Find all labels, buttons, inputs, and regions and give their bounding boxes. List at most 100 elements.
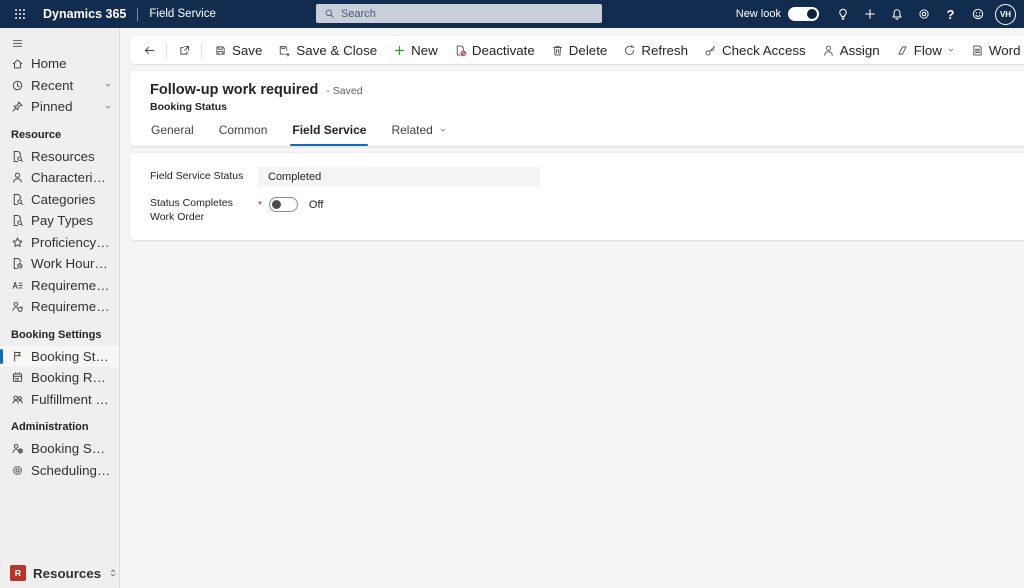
chevron-down-icon [104, 81, 112, 89]
tab-field-service[interactable]: Field Service [290, 123, 369, 146]
sidebar-item-label: Work Hours Templates [31, 256, 112, 272]
tab-general[interactable]: General [150, 123, 195, 146]
sidebar-item-booking-statuses[interactable]: Booking Statuses [0, 345, 119, 367]
whats-new-button[interactable] [829, 0, 856, 28]
area-switcher[interactable]: R Resources [0, 558, 119, 588]
save-and-close-button[interactable]: Save & Close [270, 39, 385, 61]
check-access-button[interactable]: Check Access [696, 39, 814, 61]
quick-create-button[interactable] [856, 0, 883, 28]
app-shell: Home Recent Pinned Resource Resources Ch… [0, 28, 1024, 588]
tab-related[interactable]: Related [390, 123, 447, 146]
tab-label: Common [218, 123, 268, 137]
pin-icon [11, 100, 24, 113]
sidebar-item-booking-setup-metadata[interactable]: Booking Setup Meta... [0, 438, 119, 460]
status-completes-work-order-toggle[interactable] [268, 197, 298, 212]
main-content: Save Save & Close New Deactivate Delete … [120, 28, 1024, 588]
sidebar-item-requirement-statuses[interactable]: Requirement Statuses [0, 296, 119, 318]
form-field-status-completes-work-order: Status Completes Work Order * Off [150, 197, 1024, 224]
delete-button[interactable]: Delete [543, 39, 616, 61]
collapse-sitemap-button[interactable] [0, 28, 119, 53]
chevron-down-icon [104, 103, 112, 111]
settings-button[interactable] [910, 0, 937, 28]
search-icon [324, 8, 335, 19]
button-label: Check Access [722, 42, 806, 58]
brand-title: Dynamics 365 [43, 7, 127, 21]
avatar-initials: VH [999, 9, 1012, 19]
sidebar-section-header-administration: Administration [11, 421, 89, 433]
sidebar-item-proficiency-models[interactable]: Proficiency Models [0, 232, 119, 254]
calendar-icon [11, 371, 24, 384]
button-label: Refresh [641, 42, 688, 58]
open-in-new-window-button[interactable] [171, 39, 197, 61]
check-access-key-icon [704, 44, 717, 57]
area-switcher-label: Resources [33, 565, 102, 581]
sidebar-item-home[interactable]: Home [0, 53, 119, 75]
tab-common[interactable]: Common [218, 123, 269, 146]
user-avatar[interactable]: VH [995, 3, 1016, 25]
app-launcher-button[interactable] [6, 0, 34, 28]
command-bar: Save Save & Close New Deactivate Delete … [130, 36, 1024, 64]
sidebar-item-pinned[interactable]: Pinned [0, 96, 119, 118]
field-service-status-input[interactable] [258, 167, 540, 187]
button-label: Delete [568, 42, 608, 58]
sidebar-item-fulfillment-preferences[interactable]: Fulfillment Preferences [0, 389, 119, 411]
form-section: Field Service Status Status Completes Wo… [130, 153, 1024, 241]
site-map-sidebar: Home Recent Pinned Resource Resources Ch… [0, 28, 120, 588]
sidebar-item-categories[interactable]: Categories [0, 189, 119, 211]
sidebar-item-scheduling-parameters[interactable]: Scheduling Parameters [0, 460, 119, 482]
new-look-toggle[interactable] [788, 7, 819, 21]
new-button[interactable]: New [385, 39, 446, 61]
assign-button[interactable]: Assign [814, 39, 888, 61]
sidebar-item-booking-rules[interactable]: Booking Rules [0, 367, 119, 389]
resources-icon [11, 150, 24, 163]
sidebar-item-label: Booking Setup Meta... [31, 441, 112, 457]
back-arrow-icon [143, 44, 156, 57]
refresh-button[interactable]: Refresh [615, 39, 696, 61]
sidebar-item-label: Home [31, 56, 67, 72]
button-label: Flow [913, 42, 942, 58]
required-marker: * [258, 200, 262, 211]
requirement-statuses-icon [11, 300, 24, 313]
back-button[interactable] [136, 39, 162, 61]
bell-icon [890, 7, 904, 21]
sidebar-item-label: Requirement Group ... [31, 277, 112, 293]
flow-button[interactable]: Flow [888, 39, 963, 61]
sidebar-item-characteristics[interactable]: Characteristics [0, 167, 119, 189]
sidebar-item-label: Pinned [31, 99, 73, 115]
refresh-icon [623, 44, 636, 57]
help-icon: ? [946, 6, 955, 22]
sidebar-item-pay-types[interactable]: Pay Types [0, 210, 119, 232]
save-status: - Saved [326, 85, 363, 97]
app-area-title[interactable]: Field Service [149, 8, 215, 20]
sidebar-item-label: Pay Types [31, 213, 93, 229]
work-hours-templates-icon [11, 257, 24, 270]
tab-label: General [151, 123, 194, 137]
feedback-button[interactable] [964, 0, 991, 28]
word-templates-button[interactable]: Word Templates [963, 39, 1024, 61]
sidebar-item-label: Recent [31, 77, 74, 93]
record-title-row: Follow-up work required - Saved [150, 82, 1024, 98]
flow-icon [896, 44, 909, 57]
deactivate-button[interactable]: Deactivate [446, 39, 543, 61]
sidebar-item-label: Characteristics [31, 170, 112, 186]
sidebar-item-work-hours-templates[interactable]: Work Hours Templates [0, 253, 119, 275]
sidebar-item-label: Proficiency Models [31, 234, 112, 250]
search-input[interactable] [341, 7, 594, 20]
topbar-actions: New look ? VH [736, 0, 1024, 28]
global-search-box[interactable] [316, 4, 602, 23]
entity-type-label: Booking Status [150, 101, 228, 113]
recent-clock-icon [11, 79, 24, 92]
word-templates-icon [971, 44, 984, 57]
sidebar-item-resources[interactable]: Resources [0, 146, 119, 168]
people-icon [11, 393, 24, 406]
button-label: Word Templates [988, 42, 1024, 58]
help-button[interactable]: ? [937, 0, 964, 28]
sidebar-item-requirement-group[interactable]: Requirement Group ... [0, 275, 119, 297]
lightbulb-icon [836, 7, 850, 21]
button-label: Save [232, 42, 263, 58]
notifications-button[interactable] [883, 0, 910, 28]
person-gear-icon [11, 442, 24, 455]
sidebar-item-recent[interactable]: Recent [0, 75, 119, 97]
save-button[interactable]: Save [206, 39, 270, 61]
feedback-smiley-icon [971, 7, 985, 21]
